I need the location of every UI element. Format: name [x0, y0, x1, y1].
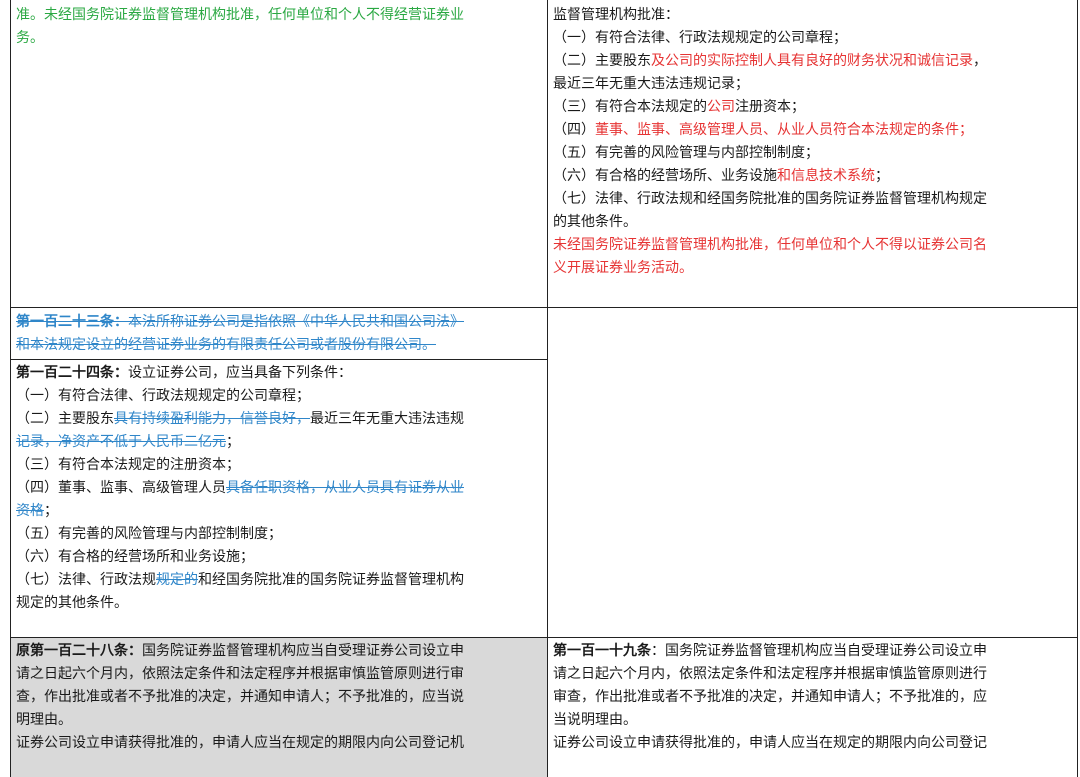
article-title: 原第一百二十八条：	[16, 643, 142, 659]
text-fragment: 国务院证券监督管理机构应当自受理证券公司设立申	[142, 643, 464, 659]
added-text: 公司	[707, 99, 735, 115]
old-article-128-cell: 原第一百二十八条：国务院证券监督管理机构应当自受理证券公司设立申 请之日起六个月…	[11, 638, 547, 777]
text-fragment: 和经国务院批准的国务院证券监督管理机构	[198, 572, 464, 588]
article-124-line-10: （七）法律、行政法规规定的和经国务院批准的国务院证券监督管理机构	[16, 569, 541, 592]
article-124-line-4: 记录，净资产不低于人民币二亿元；	[16, 431, 541, 454]
added-text: 董事、监事、高级管理人员、从业人员符合本法规定的条件；	[595, 122, 973, 138]
article-124-line-6: （四）董事、监事、高级管理人员具备任职资格，从业人员具有证券从业	[16, 477, 541, 500]
right-line-2: （一）有符合法律、行政法规规定的公司章程；	[553, 30, 847, 46]
text-fragment: 注册资本；	[735, 99, 805, 115]
new-article-line-3: 审查，作出批准或者不予批准的决定，并通知申请人；不予批准的，应	[553, 689, 987, 705]
right-line-1: 监督管理机构批准：	[553, 7, 679, 23]
right-line-11: 未经国务院证券监督管理机构批准，任何单位和个人不得以证券公司名	[553, 237, 987, 253]
article-124-line-7: 资格；	[16, 500, 541, 523]
article-124-line-2: （一）有符合法律、行政法规规定的公司章程；	[16, 388, 310, 404]
text-fragment: （四）	[553, 122, 595, 138]
text-fragment: （二）主要股东	[16, 411, 114, 427]
added-text: 和信息技术系统	[777, 168, 875, 184]
text-fragment: ，	[973, 53, 987, 69]
new-article-119-cell: 第一百一十九条：国务院证券监督管理机构应当自受理证券公司设立申 请之日起六个月内…	[548, 638, 1077, 777]
right-line-9: （七）法律、行政法规和经国务院批准的国务院证券监督管理机构规定	[553, 191, 987, 207]
text-fragment: （三）有符合本法规定的	[553, 99, 707, 115]
right-line-8: （六）有合格的经营场所、业务设施和信息技术系统；	[553, 165, 1071, 188]
text-fragment: （二）主要股东	[553, 53, 651, 69]
article-title: 第一百二十四条：	[16, 365, 128, 381]
old-article-line-5: 证券公司设立申请获得批准的，申请人应当在规定的期限内向公司登记机	[16, 735, 464, 751]
article-124-line-8: （五）有完善的风险管理与内部控制制度；	[16, 526, 282, 542]
right-line-3: （二）主要股东及公司的实际控制人具有良好的财务状况和诚信记录，	[553, 50, 1071, 73]
article-123-line-1: 第一百二十三条：本法所称证券公司是指依照《中华人民共和国公司法》	[16, 311, 541, 334]
article-title: 第一百二十三条：	[16, 314, 128, 330]
old-article-line-2: 请之日起六个月内，依照法定条件和法定程序并根据审慎监管原则进行审	[16, 666, 464, 682]
text-fragment: ；	[226, 434, 240, 450]
text-fragment: ：国务院证券监督管理机构应当自受理证券公司设立申	[651, 643, 987, 659]
article-123-line-2: 和本法规定设立的经营证券业务的有限责任公司或者股份有限公司。	[16, 337, 436, 353]
table-border-right	[1077, 0, 1078, 777]
article-124-line-9: （六）有合格的经营场所和业务设施；	[16, 549, 254, 565]
new-article-line-4: 当说明理由。	[553, 712, 637, 728]
right-line-10: 的其他条件。	[553, 214, 637, 230]
added-text: 及公司的实际控制人具有良好的财务状况和诚信记录	[651, 53, 973, 69]
deleted-text: 资格	[16, 503, 44, 519]
article-124-line-11: 规定的其他条件。	[16, 595, 128, 611]
left-top-line-1: 准。未经国务院证券监督管理机构批准，任何单位和个人不得经营证券业	[16, 7, 464, 23]
left-top-line-2: 务。	[16, 30, 44, 46]
right-line-5: （三）有符合本法规定的公司注册资本；	[553, 96, 1071, 119]
article-124-line-5: （三）有符合本法规定的注册资本；	[16, 457, 240, 473]
article-124-line-1: 第一百二十四条：设立证券公司，应当具备下列条件：	[16, 362, 541, 385]
left-top-cell: 准。未经国务院证券监督管理机构批准，任何单位和个人不得经营证券业 务。	[11, 0, 547, 307]
text-fragment: （六）有合格的经营场所、业务设施	[553, 168, 777, 184]
text-fragment: 最近三年无重大违法违规	[310, 411, 464, 427]
right-line-7: （五）有完善的风险管理与内部控制制度；	[553, 145, 819, 161]
text-fragment: （七）法律、行政法规	[16, 572, 156, 588]
new-article-line-5: 证券公司设立申请获得批准的，申请人应当在规定的期限内向公司登记	[553, 735, 987, 751]
article-124-cell: 第一百二十四条：设立证券公司，应当具备下列条件： （一）有符合法律、行政法规规定…	[11, 360, 547, 637]
article-title: 第一百一十九条	[553, 643, 651, 659]
text-fragment: ；	[875, 168, 889, 184]
article-123-cell: 第一百二十三条：本法所称证券公司是指依照《中华人民共和国公司法》 和本法规定设立…	[11, 308, 547, 359]
new-article-line-2: 请之日起六个月内，依照法定条件和法定程序并根据审慎监管原则进行	[553, 666, 987, 682]
text-fragment: 设立证券公司，应当具备下列条件：	[128, 365, 352, 381]
new-article-line-1: 第一百一十九条：国务院证券监督管理机构应当自受理证券公司设立申	[553, 640, 1071, 663]
deleted-text: 规定的	[156, 572, 198, 588]
right-line-12: 义开展证券业务活动。	[553, 260, 693, 276]
deleted-text: 具有持续盈利能力，信誉良好，	[114, 411, 310, 427]
right-top-cell: 监督管理机构批准： （一）有符合法律、行政法规规定的公司章程； （二）主要股东及…	[548, 0, 1077, 307]
deleted-text: 记录，净资产不低于人民币二亿元	[16, 434, 226, 450]
old-article-line-4: 明理由。	[16, 712, 72, 728]
right-line-4: 最近三年无重大违法违规记录；	[553, 76, 749, 92]
comparison-table: 准。未经国务院证券监督管理机构批准，任何单位和个人不得经营证券业 务。 监督管理…	[0, 0, 1080, 777]
deleted-text: 本法所称证券公司是指依照《中华人民共和国公司法》	[128, 314, 464, 330]
old-article-line-3: 查，作出批准或者不予批准的决定，并通知申请人；不予批准的，应当说	[16, 689, 464, 705]
text-fragment: ；	[44, 503, 58, 519]
deleted-text: 具备任职资格，从业人员具有证券从业	[226, 480, 464, 496]
old-article-line-1: 原第一百二十八条：国务院证券监督管理机构应当自受理证券公司设立申	[16, 640, 541, 663]
article-124-line-3: （二）主要股东具有持续盈利能力，信誉良好，最近三年无重大违法违规	[16, 408, 541, 431]
right-line-6: （四）董事、监事、高级管理人员、从业人员符合本法规定的条件；	[553, 119, 1071, 142]
text-fragment: （四）董事、监事、高级管理人员	[16, 480, 226, 496]
